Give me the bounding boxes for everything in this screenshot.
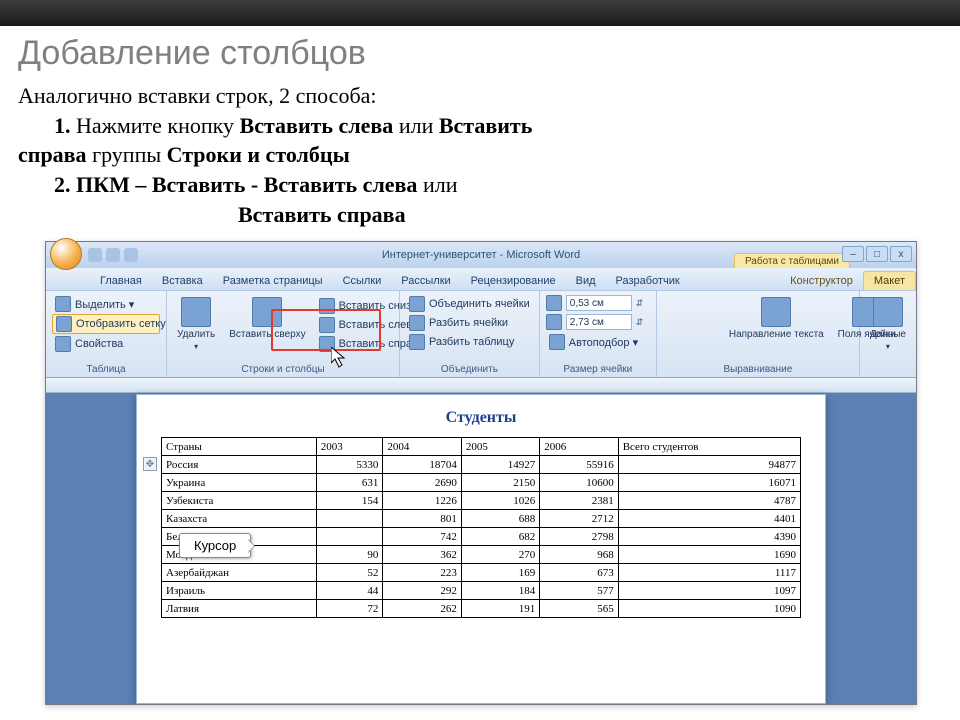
- tab-developer[interactable]: Разработчик: [606, 272, 690, 290]
- split-cells-icon: [409, 315, 425, 331]
- table-row[interactable]: Узбекиста1541226102623814787: [162, 492, 801, 510]
- min-icon[interactable]: –: [842, 246, 864, 262]
- group-label-data: [866, 373, 910, 375]
- group-data: Данные▾: [860, 291, 916, 377]
- t2d: Вставить: [439, 113, 533, 138]
- tab-layout[interactable]: Макет: [863, 271, 916, 290]
- btn-split-cells[interactable]: Разбить ячейки: [406, 314, 533, 332]
- btn-select[interactable]: Выделить ▾: [52, 295, 160, 313]
- document-area[interactable]: Студенты Страны2003200420052006Всего сту…: [46, 378, 916, 704]
- page[interactable]: Студенты Страны2003200420052006Всего сту…: [136, 394, 826, 704]
- slide: Добавление столбцов Аналогично вставки с…: [0, 0, 960, 720]
- table-row[interactable]: Казахста80168827124401: [162, 510, 801, 528]
- props-icon: [55, 336, 71, 352]
- merge-icon: [409, 296, 425, 312]
- table-row[interactable]: Латвия722621915651090: [162, 600, 801, 618]
- insert-below-icon: [319, 298, 335, 314]
- table-header: Страны2003200420052006Всего студентов: [162, 438, 801, 456]
- table-row[interactable]: Азербайджан522231696731117: [162, 564, 801, 582]
- btn-insert-above[interactable]: Вставить сверху: [225, 295, 309, 342]
- num-2: 2.: [54, 172, 71, 197]
- table-row[interactable]: Израиль442921845771097: [162, 582, 801, 600]
- btn-autofit[interactable]: Автоподбор ▾: [546, 333, 650, 351]
- tab-review[interactable]: Рецензирование: [461, 272, 566, 290]
- word-window: Интернет-университет - Microsoft Word Ра…: [45, 241, 917, 705]
- quick-access-toolbar[interactable]: [88, 248, 138, 262]
- btn-split-table[interactable]: Разбить таблицу: [406, 333, 533, 351]
- ctx-label: Работа с таблицами: [734, 253, 850, 268]
- insert-left-icon: [319, 317, 335, 333]
- group-alignment: Направление текста Поля ячейки Выравнива…: [657, 291, 860, 377]
- slide-title: Добавление столбцов: [0, 26, 960, 75]
- data-icon: [873, 297, 903, 327]
- tab-insert[interactable]: Вставка: [152, 272, 213, 290]
- t2b: Вставить слева: [240, 113, 394, 138]
- btn-show-grid[interactable]: Отобразить сетку: [52, 314, 160, 334]
- title-bar: [0, 0, 960, 26]
- group-cell-size: 0,53 см⇵ 2,73 см⇵ Автоподбор ▾ Размер яч…: [540, 291, 657, 377]
- students-table[interactable]: Страны2003200420052006Всего студентовРос…: [161, 437, 801, 618]
- group-merge: Объединить ячейки Разбить ячейки Разбить…: [400, 291, 540, 377]
- tab-pagelayout[interactable]: Разметка страницы: [213, 272, 333, 290]
- autofit-icon: [549, 334, 565, 350]
- btn-merge-cells[interactable]: Объединить ячейки: [406, 295, 533, 313]
- height-icon: [546, 295, 562, 311]
- tab-design[interactable]: Конструктор: [780, 272, 863, 290]
- group-rows-cols: Удалить▾ Вставить сверху Вставить снизу …: [167, 291, 400, 377]
- t5a: Вставить справа: [238, 202, 406, 227]
- office-button[interactable]: [50, 238, 82, 270]
- width-icon: [546, 314, 562, 330]
- t2a: Нажмите кнопку: [76, 113, 234, 138]
- t3c: Строки и столбцы: [167, 142, 350, 167]
- col-width[interactable]: 2,73 см⇵: [546, 314, 650, 330]
- t4a: ПКМ – Вставить - Вставить слева: [76, 172, 417, 197]
- screenshot: Интернет-университет - Microsoft Word Ра…: [45, 241, 915, 705]
- text-line1: Аналогично вставки строк, 2 способа:: [18, 83, 377, 108]
- tab-home[interactable]: Главная: [90, 272, 152, 290]
- table-row[interactable]: Украина631269021501060016071: [162, 474, 801, 492]
- group-label-table: Таблица: [52, 362, 160, 375]
- tab-view[interactable]: Вид: [566, 272, 606, 290]
- btn-delete[interactable]: Удалить▾: [173, 295, 219, 353]
- ruler[interactable]: [46, 378, 916, 393]
- tab-references[interactable]: Ссылки: [333, 272, 392, 290]
- t2c: или: [399, 113, 434, 138]
- group-label-align: Выравнивание: [663, 362, 853, 375]
- tab-mailings[interactable]: Рассылки: [391, 272, 460, 290]
- split-table-icon: [409, 334, 425, 350]
- ribbon-tabs: Главная Вставка Разметка страницы Ссылки…: [46, 268, 916, 290]
- ribbon: Выделить ▾ Отобразить сетку Свойства Таб…: [46, 290, 916, 378]
- direction-icon: [761, 297, 791, 327]
- grid-icon: [56, 316, 72, 332]
- table-move-handle[interactable]: [143, 457, 157, 471]
- insert-right-icon: [319, 336, 335, 352]
- max-icon[interactable]: □: [866, 246, 888, 262]
- t3b: группы: [92, 142, 161, 167]
- titlebar: Интернет-университет - Microsoft Word Ра…: [46, 242, 916, 268]
- t3a: справа: [18, 142, 87, 167]
- cursor-tooltip: Курсор: [179, 533, 251, 558]
- insert-above-icon: [252, 297, 282, 327]
- group-label-rowscols: Строки и столбцы: [173, 362, 393, 375]
- table-row[interactable]: Россия533018704149275591694877: [162, 456, 801, 474]
- btn-text-direction[interactable]: Направление текста: [725, 295, 828, 342]
- contextual-tab-group: Работа с таблицами: [734, 242, 850, 268]
- num-1: 1.: [54, 113, 71, 138]
- align-grid[interactable]: [663, 295, 719, 345]
- window-controls[interactable]: –□x: [842, 246, 912, 262]
- btn-data[interactable]: Данные▾: [866, 295, 910, 353]
- row-height[interactable]: 0,53 см⇵: [546, 295, 650, 311]
- select-icon: [55, 296, 71, 312]
- btn-properties[interactable]: Свойства: [52, 335, 160, 353]
- close-icon[interactable]: x: [890, 246, 912, 262]
- slide-body: Аналогично вставки строк, 2 способа: 1. …: [0, 75, 960, 233]
- document-title: Студенты: [161, 409, 801, 427]
- group-label-cellsize: Размер ячейки: [546, 362, 650, 375]
- t4b: или: [423, 172, 458, 197]
- group-label-merge: Объединить: [406, 362, 533, 375]
- group-table: Выделить ▾ Отобразить сетку Свойства Таб…: [46, 291, 167, 377]
- delete-icon: [181, 297, 211, 327]
